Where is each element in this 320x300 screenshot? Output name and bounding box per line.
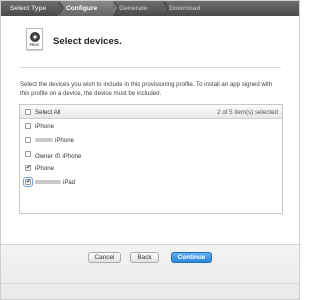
select-all-label[interactable]: Select All: [35, 109, 60, 116]
device-name-container: iPad: [35, 179, 75, 186]
instructions-text: Select the devices you wish to include i…: [20, 81, 273, 98]
provisioning-profile-icon: PROV: [26, 28, 43, 50]
device-table: Select All 2 of 5 item(s) selected iPhon…: [19, 104, 283, 214]
device-checkbox[interactable]: [25, 164, 31, 172]
device-row[interactable]: iPad: [20, 175, 282, 189]
step-chevron-icon: [113, 1, 118, 15]
gear-icon: [30, 32, 40, 42]
device-checkbox[interactable]: [25, 151, 31, 157]
profile-icon-label: PROV: [29, 43, 40, 47]
select-all-checkbox[interactable]: [25, 109, 31, 115]
continue-button[interactable]: Continue: [171, 252, 212, 263]
step-download: Download: [163, 1, 223, 16]
device-name: iPhone: [35, 122, 54, 130]
device-row[interactable]: iPhone: [20, 133, 282, 147]
back-button[interactable]: Back: [130, 252, 159, 263]
step-bar: Select Type Configure Generate Download: [1, 1, 299, 16]
device-checkbox[interactable]: [25, 137, 31, 143]
header-divider: [19, 67, 281, 68]
redacted-name: [35, 137, 53, 142]
cancel-button[interactable]: Cancel: [88, 252, 121, 263]
device-row[interactable]: iPhone: [20, 161, 282, 175]
redacted-name: [35, 179, 61, 184]
step-select-type: Select Type: [1, 1, 64, 16]
step-generate: Generate: [113, 1, 169, 16]
provisioning-dialog: Select Type Configure Generate Download …: [0, 0, 300, 300]
device-table-header: Select All 2 of 5 item(s) selected: [20, 105, 282, 119]
step-label: Configure: [66, 5, 98, 12]
device-name: iPhone: [55, 136, 74, 144]
device-name: iPad: [63, 178, 76, 186]
step-label: Download: [169, 5, 201, 12]
step-configure: Configure: [58, 1, 119, 16]
step-chevron-icon: [58, 1, 63, 15]
device-checkbox[interactable]: [23, 177, 33, 187]
footer-divider: [1, 283, 299, 284]
page-title: Select devices.: [53, 36, 122, 47]
device-name-container: iPhone: [35, 137, 74, 144]
step-chevron-icon: [163, 1, 168, 15]
step-label: Select Type: [10, 5, 47, 12]
device-row[interactable]: Owner の iPhone: [20, 147, 282, 161]
selection-count: 2 of 5 item(s) selected: [217, 108, 278, 116]
device-row[interactable]: iPhone: [20, 119, 282, 133]
device-name: Owner の iPhone: [35, 152, 82, 160]
step-label: Generate: [119, 5, 148, 12]
device-checkbox[interactable]: [25, 123, 31, 129]
device-name: iPhone: [35, 164, 54, 172]
